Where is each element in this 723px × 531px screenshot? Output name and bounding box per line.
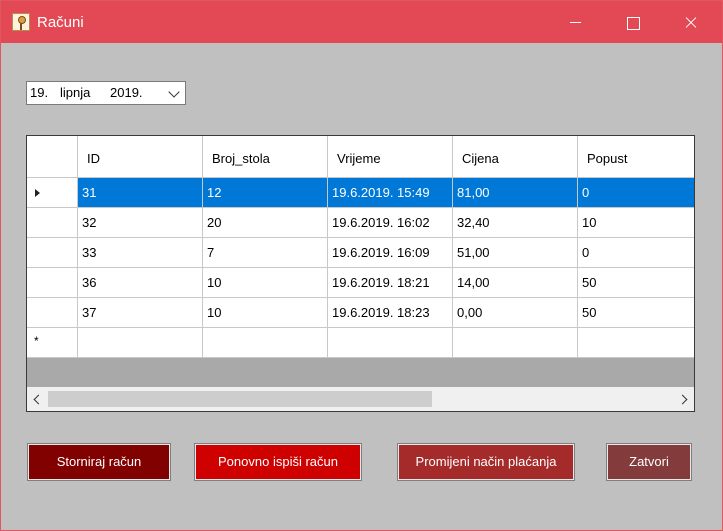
- table-row[interactable]: 37 10 19.6.2019. 18:23 0,00 50: [27, 298, 694, 328]
- cell-popust[interactable]: 0: [578, 238, 694, 268]
- table-row[interactable]: 31 12 19.6.2019. 15:49 81,00 0: [27, 178, 694, 208]
- receipts-grid[interactable]: ID Broj_stola Vrijeme Cijena Popust 31 1…: [26, 135, 695, 412]
- date-day[interactable]: 19.: [30, 85, 48, 100]
- new-cell-id[interactable]: [78, 328, 203, 358]
- new-cell-popust[interactable]: [578, 328, 694, 358]
- table-row[interactable]: 36 10 19.6.2019. 18:21 14,00 50: [27, 268, 694, 298]
- scroll-left-icon[interactable]: [27, 387, 47, 411]
- cell-broj-stola[interactable]: 10: [203, 268, 328, 298]
- cell-cijena[interactable]: 32,40: [453, 208, 578, 238]
- new-row-asterisk-icon: *: [34, 334, 39, 348]
- cell-broj-stola[interactable]: 20: [203, 208, 328, 238]
- grid-header: ID Broj_stola Vrijeme Cijena Popust: [27, 136, 694, 178]
- cell-cijena[interactable]: 51,00: [453, 238, 578, 268]
- window-title: Računi: [37, 14, 84, 31]
- column-header-broj-stola[interactable]: Broj_stola: [203, 136, 328, 178]
- horizontal-scrollbar[interactable]: [27, 387, 694, 411]
- cell-id[interactable]: 31: [78, 178, 203, 208]
- cell-id[interactable]: 37: [78, 298, 203, 328]
- grid-corner[interactable]: [27, 136, 78, 178]
- new-row[interactable]: *: [27, 328, 694, 358]
- cell-broj-stola[interactable]: 7: [203, 238, 328, 268]
- cell-popust[interactable]: 0: [578, 178, 694, 208]
- table-row[interactable]: 32 20 19.6.2019. 16:02 32,40 10: [27, 208, 694, 238]
- cell-popust[interactable]: 10: [578, 208, 694, 238]
- cell-id[interactable]: 36: [78, 268, 203, 298]
- cell-popust[interactable]: 50: [578, 268, 694, 298]
- column-header-popust[interactable]: Popust: [578, 136, 694, 178]
- cell-popust[interactable]: 50: [578, 298, 694, 328]
- row-header[interactable]: [27, 238, 78, 268]
- cell-vrijeme[interactable]: 19.6.2019. 16:09: [328, 238, 453, 268]
- column-header-vrijeme[interactable]: Vrijeme: [328, 136, 453, 178]
- title-bar[interactable]: Računi: [1, 1, 722, 43]
- racuni-window: Računi 19. lipnja 2019. ID Broj_stola Vr…: [0, 0, 723, 531]
- app-icon: [12, 13, 30, 31]
- cell-cijena[interactable]: 0,00: [453, 298, 578, 328]
- cell-vrijeme[interactable]: 19.6.2019. 15:49: [328, 178, 453, 208]
- row-header[interactable]: *: [27, 328, 78, 358]
- cell-vrijeme[interactable]: 19.6.2019. 18:21: [328, 268, 453, 298]
- new-cell-broj-stola[interactable]: [203, 328, 328, 358]
- close-button[interactable]: Zatvori: [606, 443, 692, 481]
- scroll-right-icon[interactable]: [674, 387, 694, 411]
- cell-broj-stola[interactable]: 12: [203, 178, 328, 208]
- current-row-arrow-icon: [35, 189, 40, 197]
- date-picker[interactable]: 19. lipnja 2019.: [26, 81, 186, 105]
- reprint-button[interactable]: Ponovno ispiši račun: [194, 443, 362, 481]
- cell-broj-stola[interactable]: 10: [203, 298, 328, 328]
- chevron-down-icon[interactable]: [168, 86, 180, 98]
- column-header-cijena[interactable]: Cijena: [453, 136, 578, 178]
- date-year[interactable]: 2019.: [110, 85, 143, 100]
- row-header[interactable]: [27, 208, 78, 238]
- cell-vrijeme[interactable]: 19.6.2019. 18:23: [328, 298, 453, 328]
- new-cell-vrijeme[interactable]: [328, 328, 453, 358]
- cell-vrijeme[interactable]: 19.6.2019. 16:02: [328, 208, 453, 238]
- cell-cijena[interactable]: 14,00: [453, 268, 578, 298]
- cell-id[interactable]: 32: [78, 208, 203, 238]
- row-header[interactable]: [27, 298, 78, 328]
- date-month[interactable]: lipnja: [60, 85, 90, 100]
- storno-button[interactable]: Storniraj račun: [27, 443, 171, 481]
- table-row[interactable]: 33 7 19.6.2019. 16:09 51,00 0: [27, 238, 694, 268]
- cell-id[interactable]: 33: [78, 238, 203, 268]
- new-cell-cijena[interactable]: [453, 328, 578, 358]
- change-payment-button[interactable]: Promijeni način plaćanja: [397, 443, 575, 481]
- close-window-button[interactable]: [667, 1, 713, 43]
- row-header[interactable]: [27, 268, 78, 298]
- row-header[interactable]: [27, 178, 78, 208]
- column-header-id[interactable]: ID: [78, 136, 203, 178]
- maximize-button[interactable]: [609, 1, 655, 43]
- scrollbar-thumb[interactable]: [48, 391, 432, 407]
- cell-cijena[interactable]: 81,00: [453, 178, 578, 208]
- minimize-button[interactable]: [552, 1, 598, 43]
